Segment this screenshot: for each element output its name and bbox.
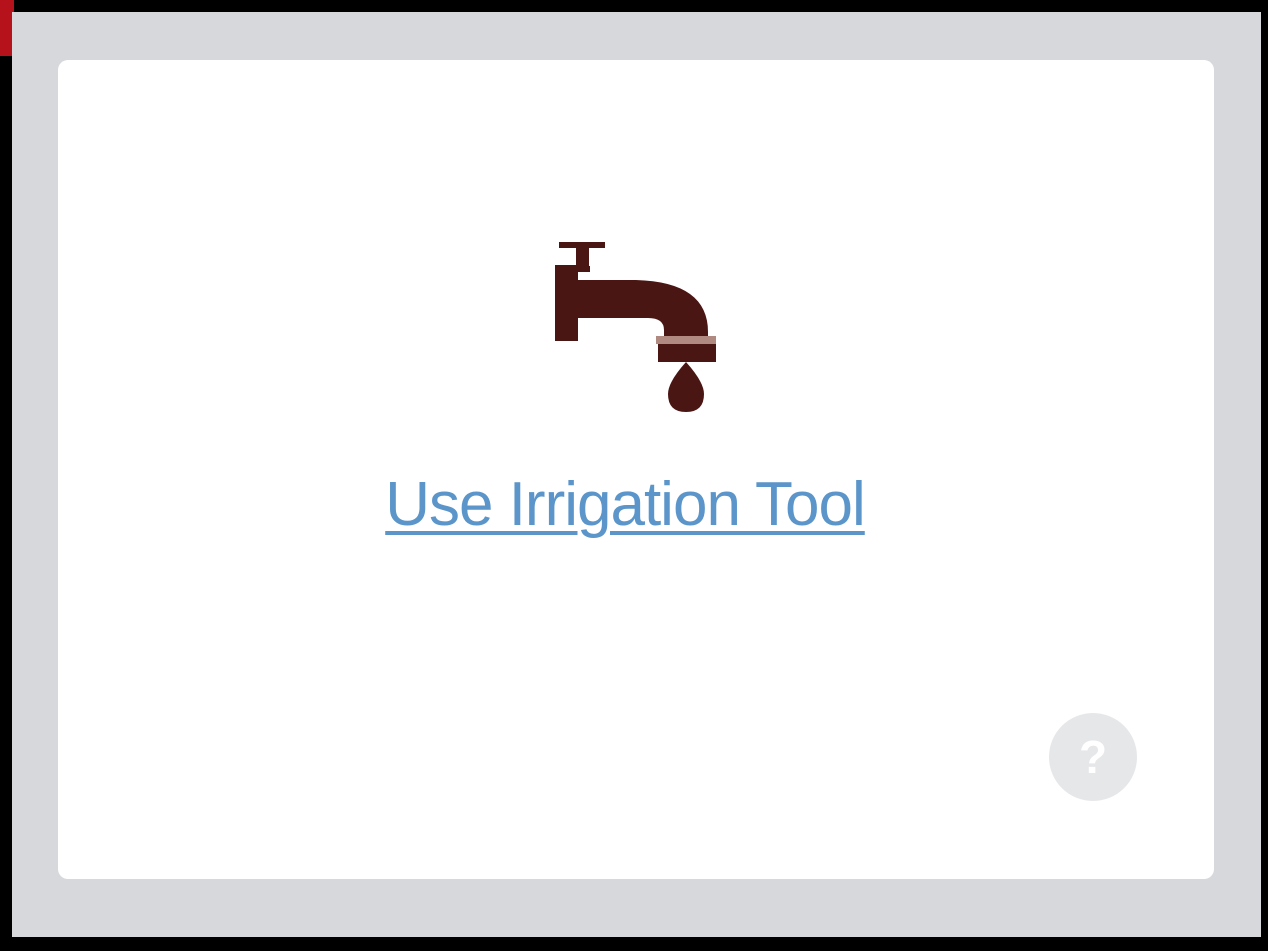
- use-irrigation-tool-link[interactable]: Use Irrigation Tool: [300, 468, 950, 542]
- window-frame: Use Irrigation Tool ?: [0, 0, 1268, 951]
- help-icon: ?: [1078, 731, 1108, 783]
- help-button[interactable]: ?: [1049, 713, 1137, 801]
- water-tap-icon: [555, 242, 716, 412]
